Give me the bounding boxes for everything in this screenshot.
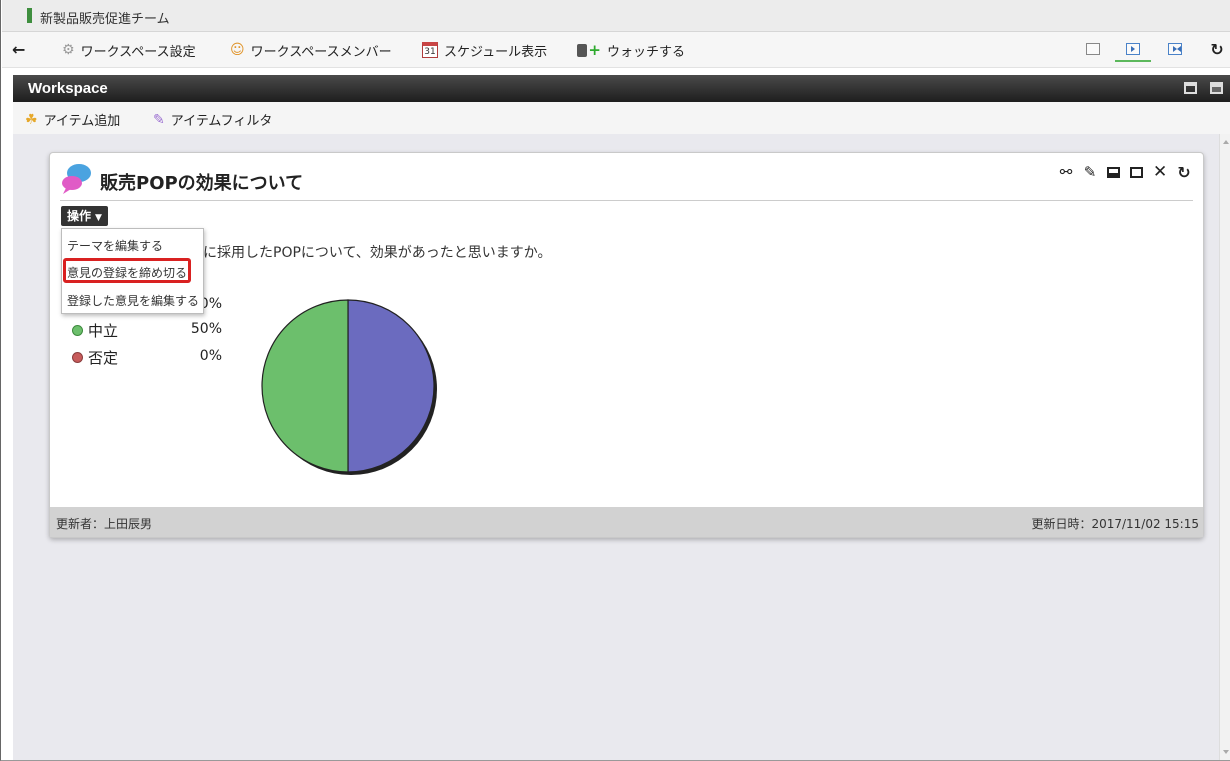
workspace-actions: ☘ アイテム追加 ✎ アイテムフィルタ xyxy=(13,102,1230,134)
card-title: 販売POPの効果について xyxy=(100,173,304,194)
active-layout-indicator xyxy=(1115,60,1151,62)
operations-button[interactable]: 操作 ▼ xyxy=(61,206,108,226)
maximize-card-icon[interactable] xyxy=(1130,166,1143,178)
menu-edit-registered-opinions[interactable]: 登録した意見を編集する xyxy=(67,292,199,309)
layout-left-panel-button[interactable] xyxy=(1165,39,1185,59)
operations-label: 操作 xyxy=(67,209,92,223)
add-item-button[interactable]: ☘ アイテム追加 xyxy=(25,110,121,130)
operations-dropdown: テーマを編集する 意見の登録を締め切る 登録した意見を編集する xyxy=(61,228,204,314)
minimize-card-icon[interactable] xyxy=(1107,166,1120,178)
negative-dot-icon xyxy=(72,352,83,363)
neutral-percentage: 50% xyxy=(190,321,222,337)
title-divider xyxy=(60,200,1193,201)
vertical-scrollbar[interactable] xyxy=(1219,134,1230,760)
question-text-line1: 験的に採用したPOPについて、効果があったと思いますか。 xyxy=(175,245,552,261)
refresh-icon: ↻ xyxy=(1210,39,1224,59)
filter-icon: ✎ xyxy=(153,111,165,128)
back-button[interactable]: ← xyxy=(12,41,25,59)
schedule-view-label: スケジュール表示 xyxy=(444,44,548,60)
layout-single-button[interactable] xyxy=(1083,39,1103,59)
card-tools: ⚯ ✎ ✕ ↻ xyxy=(1059,162,1191,182)
restore-icon[interactable] xyxy=(1184,82,1197,94)
calendar-icon: 31 xyxy=(422,42,438,58)
reload-button[interactable]: ↻ xyxy=(1207,39,1227,59)
pie-slice-1 xyxy=(261,299,349,473)
caret-down-icon: ▼ xyxy=(95,213,102,223)
results-pie-chart xyxy=(261,299,437,475)
legend-negative: 否定 xyxy=(72,347,118,368)
highlight-box xyxy=(63,258,191,283)
updater-text: 更新者：上田辰男 xyxy=(56,517,153,531)
watch-button[interactable]: + ウォッチする xyxy=(577,41,686,60)
pie-slice-0 xyxy=(347,299,435,473)
members-icon: ☺ xyxy=(230,42,245,58)
gear-icon: ⚙ xyxy=(62,42,75,58)
minimize-icon[interactable] xyxy=(1210,82,1223,94)
layout-single-icon xyxy=(1086,43,1100,55)
layout-left-panel-icon xyxy=(1168,43,1182,55)
negative-percentage: 0% xyxy=(199,348,222,364)
title-bar: 新製品販売促進チーム xyxy=(2,0,1230,32)
watch-label: ウォッチする xyxy=(607,44,686,60)
neutral-dot-icon xyxy=(72,325,83,336)
layout-right-panel-icon xyxy=(1126,43,1140,55)
layout-right-panel-button[interactable] xyxy=(1123,39,1143,59)
item-filter-label: アイテムフィルタ xyxy=(170,114,273,129)
scroll-up-icon[interactable] xyxy=(1223,140,1229,144)
workspace-settings-label: ワークスペース設定 xyxy=(80,44,196,60)
legend-negative-label: 否定 xyxy=(88,349,119,367)
add-item-label: アイテム追加 xyxy=(43,114,121,129)
close-icon[interactable]: ✕ xyxy=(1153,162,1167,182)
card-footer: 更新者：上田辰男 更新日時：2017/11/02 15:15 xyxy=(50,507,1203,537)
link-icon[interactable]: ⚯ xyxy=(1059,163,1073,181)
add-item-icon: ☘ xyxy=(25,111,38,128)
scroll-down-icon[interactable] xyxy=(1223,750,1229,754)
workspace-members-button[interactable]: ☺ ワークスペースメンバー xyxy=(230,41,392,60)
team-color-marker xyxy=(27,8,32,23)
refresh-card-icon[interactable]: ↻ xyxy=(1177,163,1191,182)
workspace-toolbar: ← ⚙ ワークスペース設定 ☺ ワークスペースメンバー 31 スケジュール表示 … xyxy=(2,32,1230,68)
workspace-settings-button[interactable]: ⚙ ワークスペース設定 xyxy=(62,41,196,60)
updated-datetime: 更新日時：2017/11/02 15:15 xyxy=(1031,517,1199,531)
pencil-icon[interactable]: ✎ xyxy=(1083,163,1097,181)
schedule-view-button[interactable]: 31 スケジュール表示 xyxy=(422,41,548,60)
arrow-left-icon: ← xyxy=(12,40,26,59)
menu-edit-theme[interactable]: テーマを編集する xyxy=(67,237,163,254)
legend-neutral-label: 中立 xyxy=(88,322,119,340)
workspace-header-label: Workspace xyxy=(28,80,108,97)
window-frame: 新製品販売促進チーム ← ⚙ ワークスペース設定 ☺ ワークスペースメンバー 3… xyxy=(0,0,1230,761)
poll-card: 販売POPの効果について ⚯ ✎ ✕ ↻ 操作 ▼ 験的に採用したPOPについて、… xyxy=(49,152,1204,538)
chat-bubbles-icon xyxy=(62,164,91,194)
item-filter-button[interactable]: ✎ アイテムフィルタ xyxy=(153,110,273,130)
watch-plus-icon: + xyxy=(577,42,601,58)
workspace-header: Workspace xyxy=(13,75,1230,102)
workspace-members-label: ワークスペースメンバー xyxy=(250,44,392,60)
workspace-title: 新製品販売促進チーム xyxy=(40,12,170,27)
legend-neutral: 中立 xyxy=(72,320,118,341)
